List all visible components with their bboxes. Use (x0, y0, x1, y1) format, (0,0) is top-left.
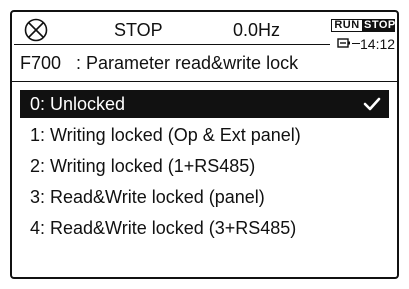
option-readwrite-locked-panel[interactable]: 3: Read&Write locked (panel) (20, 183, 389, 211)
option-list: 0: Unlocked 1: Writing locked (Op & Ext … (20, 90, 389, 245)
status-bar: STOP 0.0Hz RUN STOP 14:12 (12, 12, 397, 52)
stop-indicator: STOP (363, 19, 396, 32)
option-unlocked[interactable]: 0: Unlocked (20, 90, 389, 118)
header-divider (12, 81, 397, 82)
option-label: 0: Unlocked (30, 94, 126, 114)
stop-circle-x-icon (24, 18, 48, 42)
battery-clock-icon (337, 38, 350, 48)
option-label: 4: Read&Write locked (3+RS485) (30, 218, 297, 238)
operation-status: STOP (114, 20, 163, 40)
clock-divider (352, 43, 360, 44)
output-frequency: 0.0Hz (233, 20, 281, 40)
option-label: 1: Writing locked (Op & Ext panel) (30, 125, 301, 145)
option-label: 2: Writing locked (1+RS485) (30, 156, 256, 176)
parameter-header: F700 : Parameter read&write lock (12, 49, 397, 79)
run-indicator: RUN (331, 19, 363, 32)
option-label: 3: Read&Write locked (panel) (30, 187, 265, 207)
option-readwrite-locked-rs485[interactable]: 4: Read&Write locked (3+RS485) (20, 214, 389, 242)
parameter-code: F700 (20, 53, 62, 73)
option-writing-locked-rs485[interactable]: 2: Writing locked (1+RS485) (20, 152, 389, 180)
status-divider (14, 44, 330, 45)
parameter-title: : Parameter read&write lock (76, 53, 299, 73)
inverter-display: STOP 0.0Hz RUN STOP 14:12 F700 : Paramet… (10, 10, 399, 279)
option-writing-locked-panel[interactable]: 1: Writing locked (Op & Ext panel) (20, 121, 389, 149)
checkmark-icon (363, 97, 381, 111)
